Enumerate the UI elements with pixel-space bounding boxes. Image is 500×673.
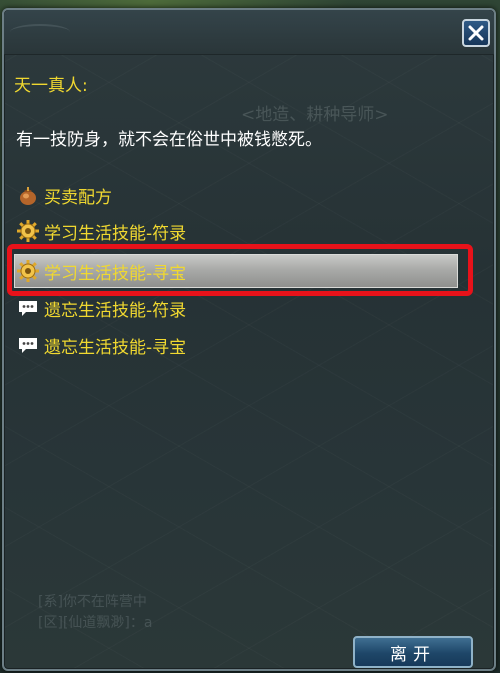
option-learn-treasure-hunt[interactable]: 学习生活技能-寻宝 [14,254,458,288]
close-button[interactable] [462,19,490,47]
option-learn-talisman[interactable]: 学习生活技能-符录 [16,216,456,246]
background-npc-title: <地造、耕种导师> [241,105,389,125]
speech-bubble-icon [16,296,40,320]
npc-dialog-text: 有一技防身，就不会在俗世中被钱憋死。 [16,130,322,150]
leave-button[interactable]: 离开 [353,636,473,668]
option-forget-talisman[interactable]: 遗忘生活技能-符录 [16,293,456,323]
gear-icon [16,219,40,243]
option-buy-sell-recipes[interactable]: 买卖配方 [16,180,456,210]
close-icon [468,25,484,41]
chat-line: [区][仙道飘渺]：a [38,615,153,631]
npc-name: 天一真人: [14,76,88,96]
chat-log: [系]你不在阵营中 [区][仙道飘渺]：a [38,592,152,634]
bag-icon [16,183,40,207]
option-label: 遗忘生活技能-符录 [44,300,187,321]
option-label: 遗忘生活技能-寻宝 [44,337,187,358]
gear-icon [16,259,40,283]
chat-line: [系]你不在阵营中 [38,594,147,610]
option-label: 学习生活技能-符录 [44,223,187,244]
dialog-title-bar [4,10,494,55]
npc-dialog-window: <地造、耕种导师> 天一真人: 有一技防身，就不会在俗世中被钱憋死。 买卖配方 [2,8,496,671]
title-ornament [10,24,70,40]
option-label: 学习生活技能-寻宝 [44,263,187,284]
option-forget-treasure-hunt[interactable]: 遗忘生活技能-寻宝 [16,330,456,360]
option-label: 买卖配方 [44,187,112,208]
speech-bubble-icon [16,333,40,357]
